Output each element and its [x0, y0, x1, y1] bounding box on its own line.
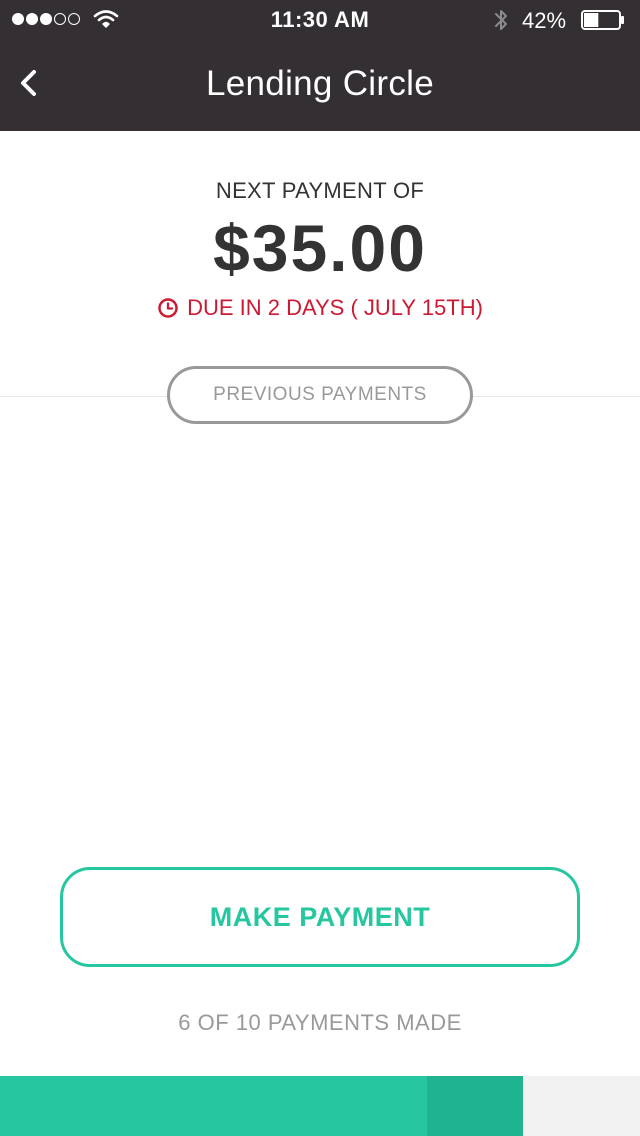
payments-made-count: 6 OF 10 PAYMENTS MADE: [178, 1010, 462, 1035]
battery-icon: [581, 10, 624, 30]
page-title: Lending Circle: [206, 64, 434, 103]
payment-amount: $35.00: [213, 211, 427, 285]
due-date-text: DUE IN 2 DAYS ( JULY 15TH): [187, 295, 483, 320]
progress-fill: [0, 1076, 427, 1136]
clock-icon: [158, 298, 178, 318]
app-header: 11:30 AM 42% Lending Circle: [0, 0, 640, 131]
bluetooth-icon: [495, 10, 507, 30]
status-bar: 11:30 AM 42%: [0, 0, 640, 40]
navigation-bar: Lending Circle: [0, 40, 640, 131]
make-payment-button[interactable]: MAKE PAYMENT: [60, 867, 580, 967]
due-date-notice: DUE IN 2 DAYS ( JULY 15TH): [0, 295, 640, 321]
payment-progress-bar: [0, 1076, 640, 1136]
previous-payments-button[interactable]: PREVIOUS PAYMENTS: [167, 366, 473, 424]
next-payment-label: NEXT PAYMENT OF: [215, 178, 425, 203]
current-payment-segment: [426, 1076, 523, 1136]
battery-percentage: 42%: [522, 8, 567, 33]
